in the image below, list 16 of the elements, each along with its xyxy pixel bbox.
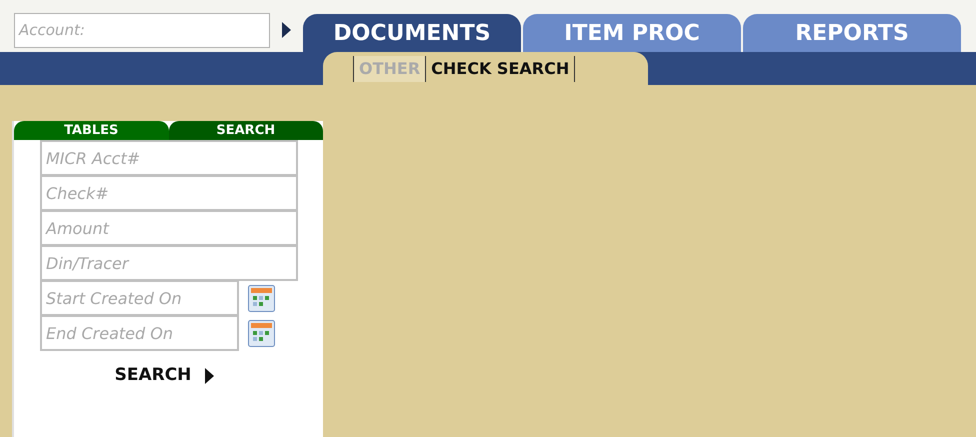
date-field[interactable]: End Created On [40, 315, 239, 351]
nav-tab[interactable]: DOCUMENTS [303, 14, 521, 52]
panel-tab[interactable]: SEARCH [168, 121, 323, 140]
arrow-icon[interactable] [282, 22, 291, 38]
arrow-icon [205, 368, 214, 384]
input-field[interactable]: MICR Acct# [40, 140, 298, 176]
date-field[interactable]: Start Created On [40, 280, 239, 316]
search-button[interactable]: SEARCH [114, 363, 214, 388]
input-field[interactable]: Check# [40, 175, 298, 211]
input-field[interactable]: Din/Tracer [40, 245, 298, 281]
account-field[interactable]: Account: [14, 12, 270, 48]
sub-tab[interactable]: CHECK SEARCH [426, 56, 576, 82]
calendar-icon[interactable] [248, 285, 275, 312]
panel-tab[interactable]: TABLES [14, 121, 168, 140]
calendar-icon[interactable] [248, 320, 275, 347]
input-field[interactable]: Amount [40, 210, 298, 246]
